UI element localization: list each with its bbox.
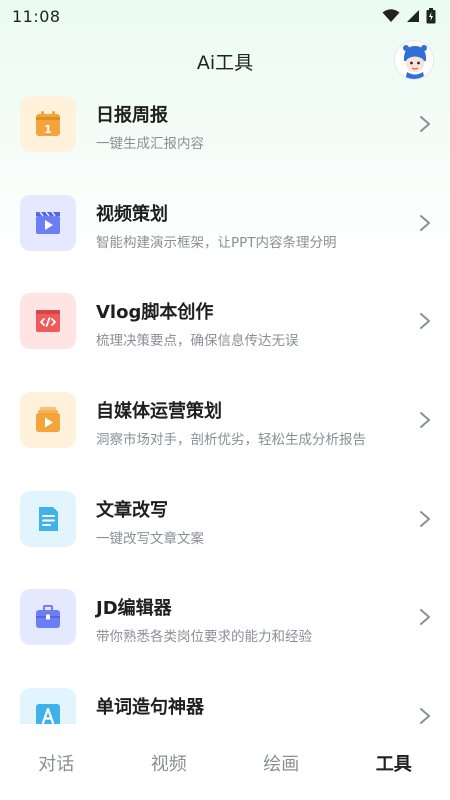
tool-title: JD编辑器 — [96, 598, 172, 620]
tool-icon-box — [20, 293, 76, 350]
calendar-icon: 1 — [36, 111, 60, 136]
bottom-tab-bar: 对话 视频 绘画 工具 — [0, 728, 450, 800]
play-stack-icon — [36, 407, 60, 433]
tool-icon-box — [20, 589, 76, 646]
tool-item-daily-report[interactable]: 1 日报周报 一键生成汇报内容 — [0, 84, 450, 183]
status-icons — [382, 8, 436, 24]
chevron-right-icon — [420, 313, 430, 330]
tool-icon-box — [20, 194, 76, 251]
letter-a-icon — [36, 704, 60, 724]
tool-description: 带你熟悉各类岗位要求的能力和经验 — [96, 629, 312, 646]
tool-item-word-sentence[interactable]: 单词造句神器 — [0, 676, 450, 724]
tool-title: Vlog脚本创作 — [96, 302, 214, 324]
wifi-icon — [382, 9, 400, 23]
tool-title: 日报周报 — [96, 105, 168, 126]
code-window-icon — [36, 310, 60, 333]
briefcase-icon — [36, 605, 60, 629]
document-icon — [39, 506, 58, 531]
svg-text:1: 1 — [44, 123, 52, 136]
status-time: 11:08 — [12, 6, 61, 26]
tool-title: 视频策划 — [96, 203, 168, 225]
video-clapper-icon — [36, 211, 60, 234]
tool-icon-box: 1 — [20, 96, 76, 152]
tool-item-media-planning[interactable]: 自媒体运营策划 洞察市场对手，剖析优劣，轻松生成分析报告 — [0, 380, 450, 479]
tab-chat[interactable]: 对话 — [0, 728, 113, 776]
chevron-right-icon — [420, 116, 430, 132]
tool-icon-box — [20, 490, 76, 547]
chevron-right-icon — [420, 214, 430, 231]
app-header: Ai工具 — [0, 38, 450, 84]
tool-icon-box — [20, 392, 76, 449]
tool-title: 文章改写 — [96, 499, 168, 521]
tab-video[interactable]: 视频 — [113, 728, 226, 776]
battery-icon — [426, 8, 436, 24]
tab-drawing[interactable]: 绘画 — [225, 728, 338, 776]
page-title: Ai工具 — [196, 51, 254, 74]
chevron-right-icon — [420, 609, 430, 626]
tool-item-jd-editor[interactable]: JD编辑器 带你熟悉各类岗位要求的能力和经验 — [0, 577, 450, 676]
avatar[interactable] — [394, 40, 434, 80]
tool-item-article-rewrite[interactable]: 文章改写 一键改写文章文案 — [0, 479, 450, 578]
tool-title: 自媒体运营策划 — [96, 401, 222, 423]
tool-description: 一键改写文章文案 — [96, 530, 204, 547]
chevron-right-icon — [420, 412, 430, 429]
robot-avatar-icon — [395, 41, 433, 79]
signal-icon — [406, 9, 420, 23]
tool-description: 一键生成汇报内容 — [96, 136, 204, 152]
tool-title: 单词造句神器 — [96, 697, 204, 719]
tool-item-video-planning[interactable]: 视频策划 智能构建演示框架，让PPT内容条理分明 — [0, 183, 450, 282]
tool-description: 梳理决策要点，确保信息传达无误 — [96, 333, 299, 350]
status-bar: 11:08 — [0, 0, 450, 32]
tool-description: 洞察市场对手，剖析优劣，轻松生成分析报告 — [96, 432, 366, 449]
tab-tools[interactable]: 工具 — [338, 728, 450, 776]
chevron-right-icon — [420, 708, 430, 724]
chevron-right-icon — [420, 510, 430, 527]
tool-icon-box — [20, 688, 76, 724]
tool-description: 智能构建演示框架，让PPT内容条理分明 — [96, 234, 337, 251]
tool-list: 1 日报周报 一键生成汇报内容 视频策划 智能构建演示框架，让PPT内容条理分明 — [0, 84, 450, 724]
tool-item-vlog-script[interactable]: Vlog脚本创作 梳理决策要点，确保信息传达无误 — [0, 281, 450, 380]
